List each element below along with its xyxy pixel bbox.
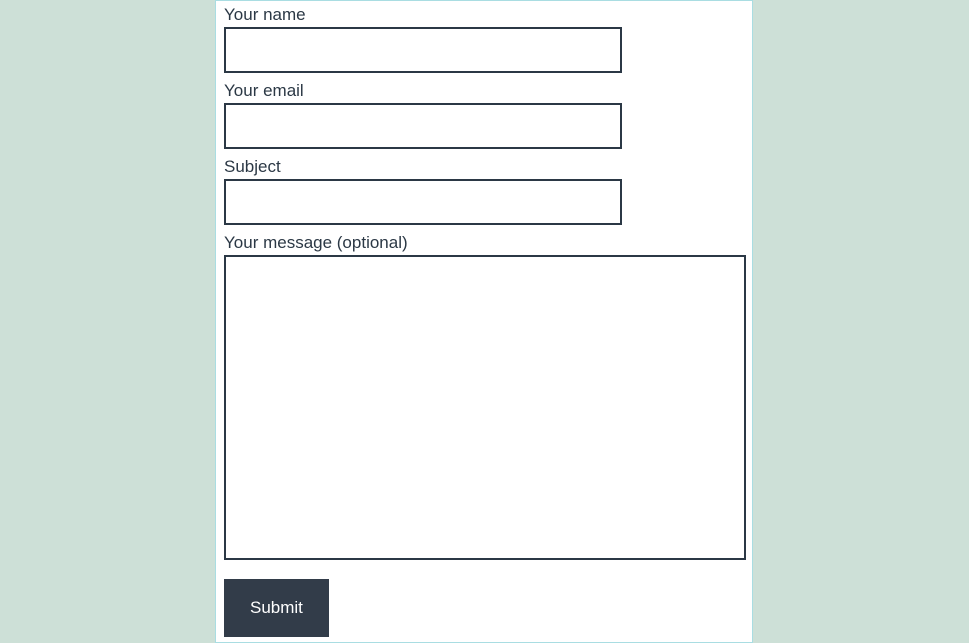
name-label: Your name: [224, 5, 744, 25]
message-textarea[interactable]: [224, 255, 746, 560]
subject-field-group: Subject: [224, 157, 744, 225]
name-input[interactable]: [224, 27, 622, 73]
message-field-group: Your message (optional): [224, 233, 744, 565]
contact-form-container: Your name Your email Subject Your messag…: [215, 0, 753, 643]
name-field-group: Your name: [224, 5, 744, 73]
subject-input[interactable]: [224, 179, 622, 225]
email-label: Your email: [224, 81, 744, 101]
email-field-group: Your email: [224, 81, 744, 149]
subject-label: Subject: [224, 157, 744, 177]
email-input[interactable]: [224, 103, 622, 149]
submit-button[interactable]: Submit: [224, 579, 329, 637]
message-label: Your message (optional): [224, 233, 744, 253]
